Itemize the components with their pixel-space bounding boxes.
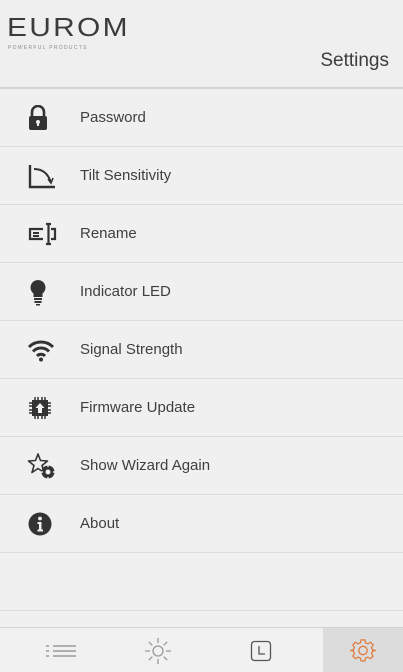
settings-item-label: About <box>80 515 120 532</box>
logo-tagline: POWERFUL PRODUCTS <box>8 45 88 51</box>
settings-item-label: Password <box>80 109 146 126</box>
settings-item-show-wizard-again[interactable]: Show Wizard Again <box>0 437 403 495</box>
chip-icon <box>27 393 61 423</box>
eurom-logo: EUROM POWERFUL PRODUCTS <box>7 14 157 66</box>
tab-settings[interactable] <box>323 628 403 672</box>
settings-item-firmware-update[interactable]: Firmware Update <box>0 379 403 437</box>
settings-item-tilt-sensitivity[interactable]: Tilt Sensitivity <box>0 147 403 205</box>
lightbulb-icon <box>27 277 61 307</box>
settings-item-label: Signal Strength <box>80 341 183 358</box>
settings-item-label: Indicator LED <box>80 283 171 300</box>
list-icon <box>45 643 77 659</box>
sun-icon <box>143 636 173 666</box>
page-title: Settings <box>320 50 389 71</box>
wizard-icon <box>27 451 61 481</box>
settings-item-indicator-led[interactable]: Indicator LED <box>0 263 403 321</box>
tab-list[interactable] <box>21 628 101 672</box>
tab-light[interactable] <box>118 628 198 672</box>
rename-icon <box>27 219 61 249</box>
empty-row <box>0 553 403 611</box>
bottom-tab-bar <box>0 627 403 672</box>
settings-item-rename[interactable]: Rename <box>0 205 403 263</box>
settings-item-about[interactable]: About <box>0 495 403 553</box>
lock-icon <box>27 103 61 133</box>
logo-wordmark: EUROM <box>7 12 130 42</box>
clock-icon <box>250 640 272 662</box>
wifi-icon <box>27 335 61 365</box>
settings-item-label: Show Wizard Again <box>80 457 211 474</box>
info-icon <box>27 509 61 539</box>
gear-icon <box>350 638 376 664</box>
settings-item-password[interactable]: Password <box>0 89 403 147</box>
settings-item-label: Firmware Update <box>80 399 196 416</box>
tilt-icon <box>27 161 61 191</box>
settings-item-label: Rename <box>80 225 137 242</box>
app-header: EUROM POWERFUL PRODUCTS Settings <box>0 0 403 89</box>
settings-screen: EUROM POWERFUL PRODUCTS Settings Passwor… <box>0 0 403 672</box>
settings-item-label: Tilt Sensitivity <box>80 167 172 184</box>
settings-item-signal-strength[interactable]: Signal Strength <box>0 321 403 379</box>
tab-timer[interactable] <box>221 628 301 672</box>
